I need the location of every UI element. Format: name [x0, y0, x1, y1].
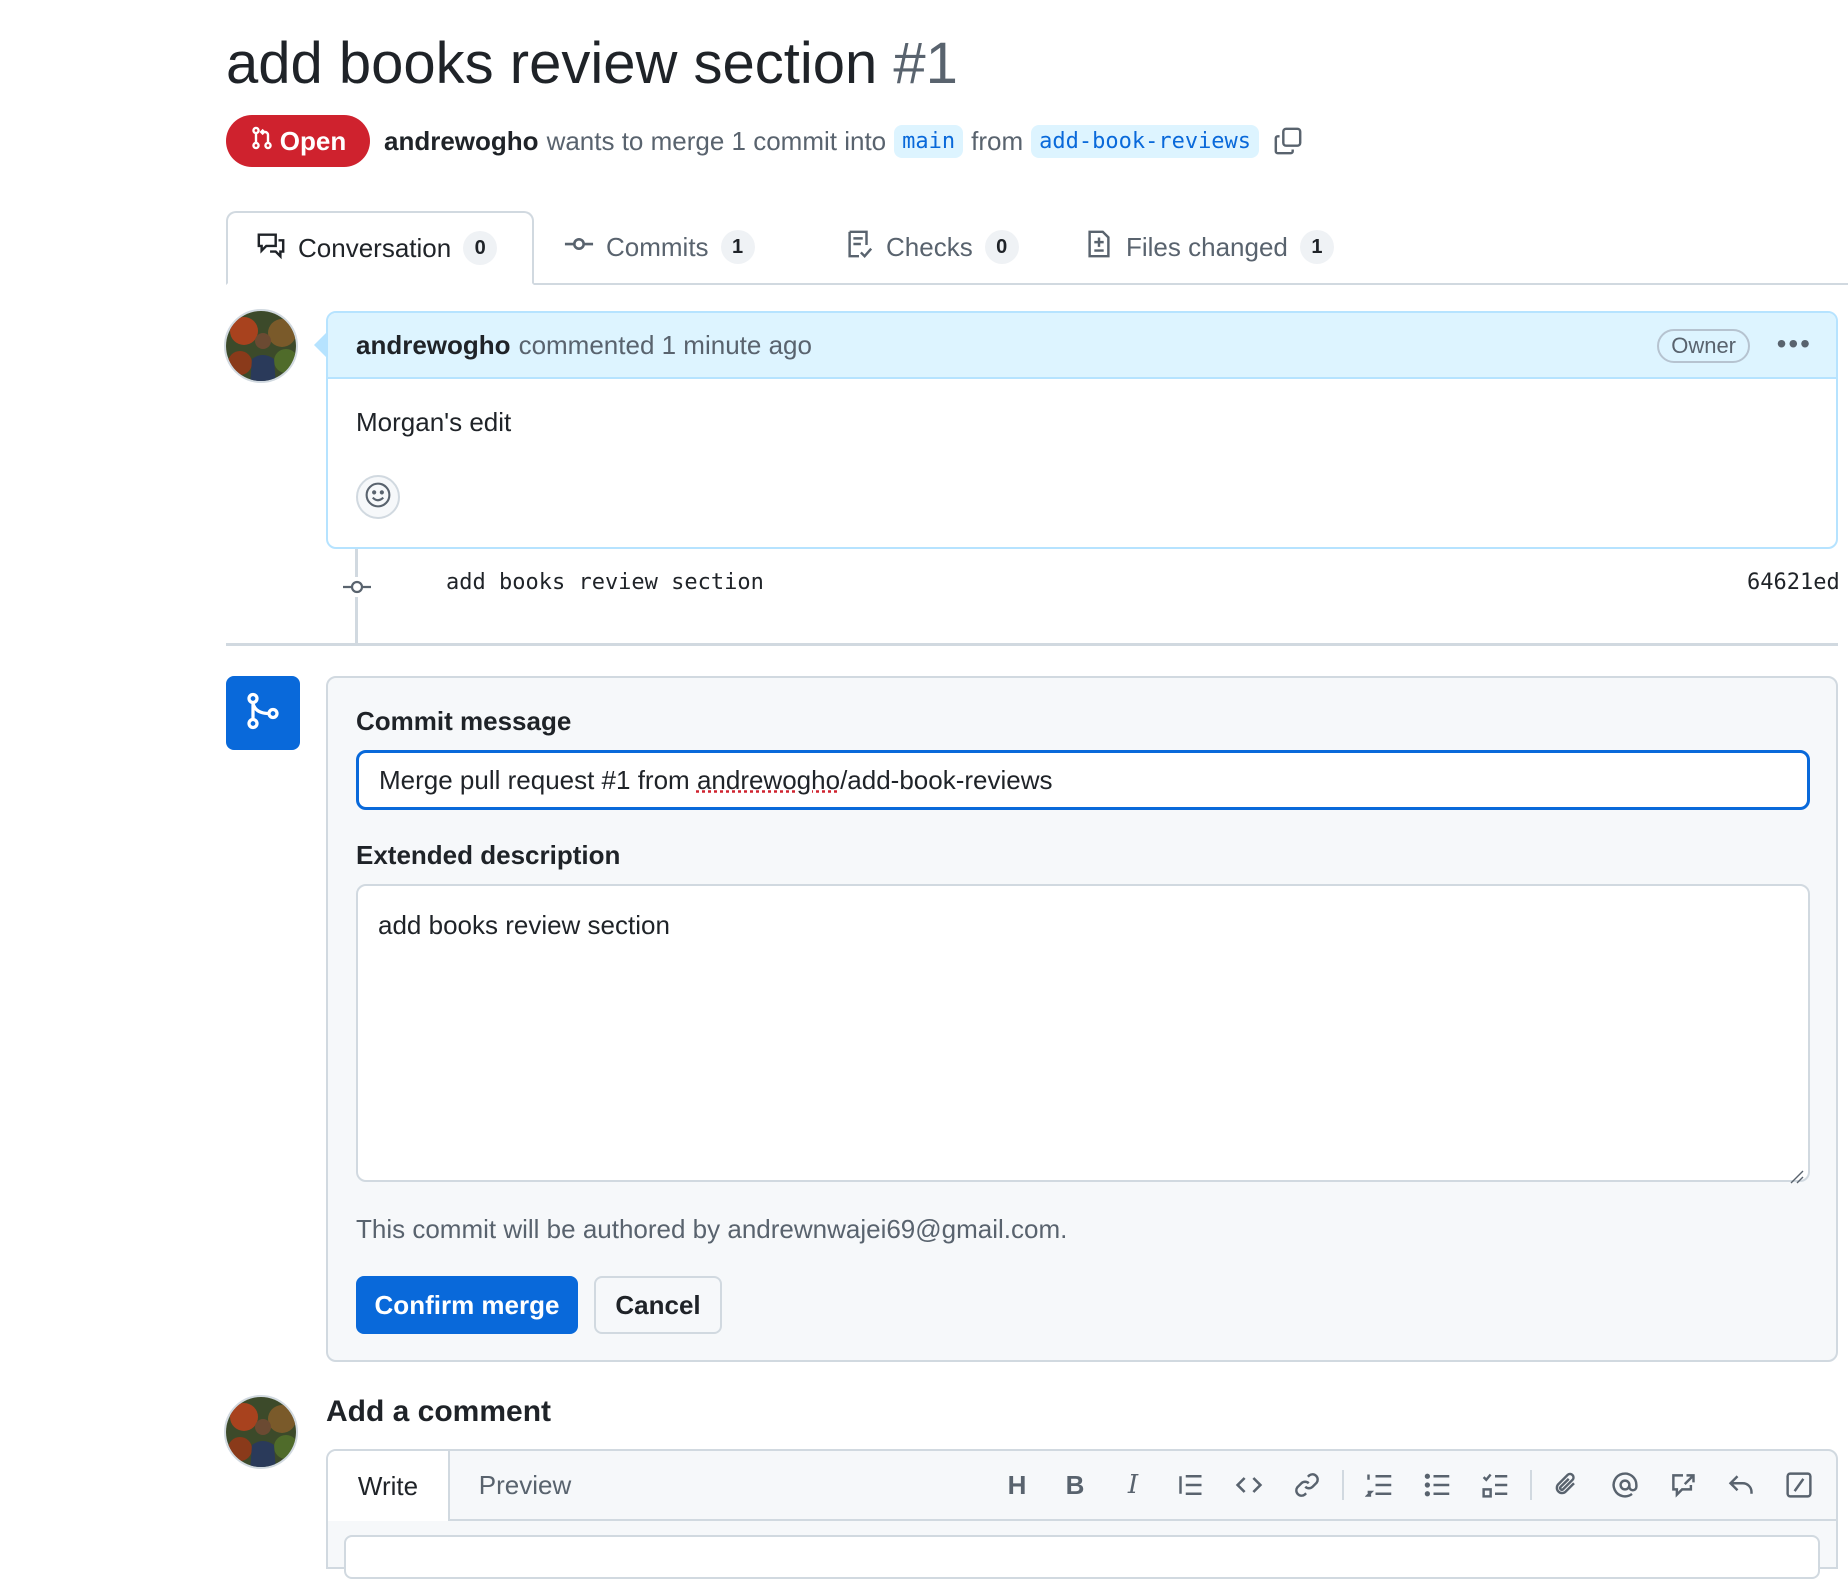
editor-tabs: Write Preview H B I — [328, 1451, 1836, 1521]
mention-icon[interactable] — [1596, 1461, 1654, 1509]
heading-icon[interactable]: H — [988, 1461, 1046, 1509]
reply-icon[interactable] — [1712, 1461, 1770, 1509]
markdown-toolbar: H B I — [988, 1461, 1828, 1509]
pr-state-label: Open — [280, 126, 346, 157]
pr-title-text: add books review section — [226, 31, 877, 96]
tab-write[interactable]: Write — [328, 1451, 450, 1521]
pr-tabs: Conversation 0 Commits 1 Checks 0 Files … — [226, 211, 1848, 285]
commit-sha-link[interactable]: 64621ed — [1747, 570, 1840, 595]
comment-caret — [314, 333, 326, 357]
quote-icon[interactable] — [1162, 1461, 1220, 1509]
add-comment-heading: Add a comment — [326, 1395, 551, 1429]
comment-body: Morgan's edit — [356, 407, 511, 438]
author-note: This commit will be authored by andrewnw… — [356, 1214, 1067, 1245]
link-icon[interactable] — [1278, 1461, 1336, 1509]
tab-counter: 1 — [1300, 230, 1334, 264]
kebab-menu-icon[interactable]: ••• — [1777, 331, 1812, 357]
tab-commits[interactable]: Commits 1 — [536, 211, 783, 283]
description-text: add books review section — [378, 910, 670, 940]
commit-input-prefix: Merge pull request #1 from — [379, 765, 697, 796]
git-merge-icon — [243, 691, 283, 736]
smiley-icon — [364, 481, 392, 514]
base-branch[interactable]: main — [894, 125, 963, 158]
tab-label: Conversation — [298, 233, 451, 264]
comment-card: andrewogho commented 1 minute ago Owner … — [326, 311, 1838, 549]
tab-conversation[interactable]: Conversation 0 — [226, 211, 534, 285]
git-commit-icon — [564, 229, 594, 266]
bulleted-list-icon[interactable] — [1408, 1461, 1466, 1509]
commit-input-user: andrewogho — [697, 765, 840, 796]
resize-handle-icon[interactable] — [1788, 1160, 1804, 1176]
toolbar-divider — [1342, 1470, 1344, 1500]
tab-label: Commits — [606, 232, 709, 263]
add-reaction-button[interactable] — [356, 475, 400, 519]
confirm-merge-button[interactable]: Confirm merge — [356, 1276, 578, 1334]
pr-from-text: from — [971, 126, 1023, 157]
italic-icon[interactable]: I — [1104, 1461, 1162, 1509]
tab-preview[interactable]: Preview — [450, 1451, 600, 1519]
comment-timestamp[interactable]: commented 1 minute ago — [519, 330, 812, 361]
pr-author-link[interactable]: andrewogho — [384, 126, 539, 157]
commit-message-input[interactable]: Merge pull request #1 from andrewogho/ad… — [356, 750, 1810, 810]
tab-label: Files changed — [1126, 232, 1288, 263]
pr-merge-text: wants to merge 1 commit into — [547, 126, 887, 157]
extended-description-label: Extended description — [356, 840, 620, 871]
comment-textarea[interactable] — [344, 1535, 1820, 1579]
checklist-icon — [844, 229, 874, 266]
bold-icon[interactable]: B — [1046, 1461, 1104, 1509]
head-branch[interactable]: add-book-reviews — [1031, 125, 1259, 158]
git-commit-icon — [343, 577, 371, 597]
section-divider — [226, 643, 1838, 646]
owner-badge: Owner — [1657, 329, 1750, 363]
merge-form: Commit message Merge pull request #1 fro… — [326, 676, 1838, 1362]
comment-header: andrewogho commented 1 minute ago Owner … — [328, 313, 1836, 379]
tab-counter: 0 — [985, 230, 1019, 264]
extended-description-textarea[interactable]: add books review section — [356, 884, 1810, 1182]
numbered-list-icon[interactable] — [1350, 1461, 1408, 1509]
cross-reference-icon[interactable] — [1654, 1461, 1712, 1509]
commit-message-label: Commit message — [356, 706, 571, 737]
pr-meta: andrewogho wants to merge 1 commit into … — [384, 118, 1303, 164]
tab-counter: 0 — [463, 231, 497, 265]
task-list-icon[interactable] — [1466, 1461, 1524, 1509]
attach-icon[interactable] — [1538, 1461, 1596, 1509]
avatar[interactable] — [224, 1395, 298, 1469]
merge-status-icon — [226, 676, 300, 750]
comment-discussion-icon — [256, 230, 286, 267]
pr-state-badge: Open — [226, 115, 370, 167]
toolbar-divider — [1530, 1470, 1532, 1500]
tab-label: Checks — [886, 232, 973, 263]
tab-files-changed[interactable]: Files changed 1 — [1056, 211, 1362, 283]
tab-checks[interactable]: Checks 0 — [816, 211, 1047, 283]
file-diff-icon — [1084, 229, 1114, 266]
commit-message-link[interactable]: add books review section — [446, 570, 764, 595]
commit-input-suffix: /add-book-reviews — [840, 765, 1052, 796]
cancel-button[interactable]: Cancel — [594, 1276, 722, 1334]
pr-title: add books review section #1 — [226, 28, 958, 100]
slash-command-icon[interactable] — [1770, 1461, 1828, 1509]
git-pull-request-icon — [250, 126, 274, 157]
code-icon[interactable] — [1220, 1461, 1278, 1509]
pr-number: #1 — [893, 31, 958, 96]
tab-counter: 1 — [721, 230, 755, 264]
copy-icon[interactable] — [1273, 126, 1303, 156]
comment-author[interactable]: andrewogho — [356, 330, 511, 361]
comment-editor: Write Preview H B I — [326, 1449, 1838, 1569]
avatar[interactable] — [224, 309, 298, 383]
